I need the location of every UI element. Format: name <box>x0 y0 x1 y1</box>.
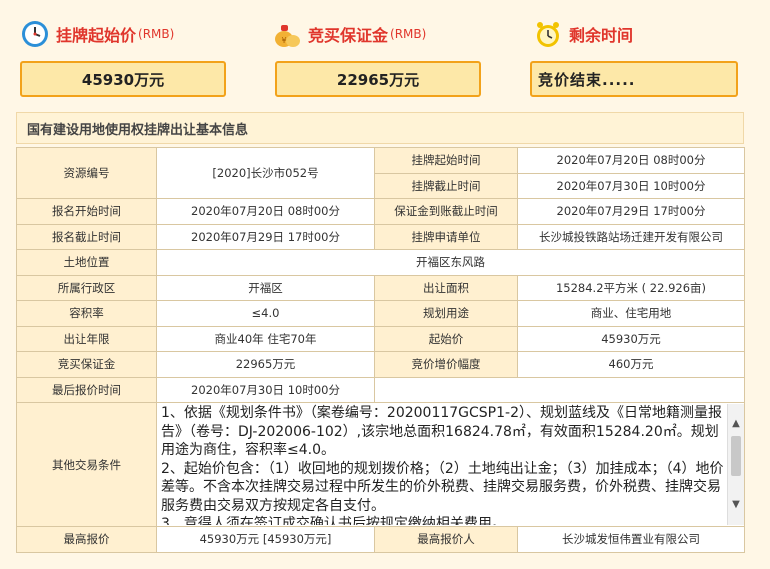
deposit-box: 22965万元 <box>275 61 481 97</box>
table-row: 报名截止时间 2020年07月29日 17时00分 挂牌申请单位 长沙城投铁路站… <box>16 223 745 250</box>
district-value: 开福区 <box>156 274 375 301</box>
listing-end-value: 2020年07月30日 10时00分 <box>517 172 745 199</box>
vertical-scrollbar[interactable]: ▲ ▼ <box>727 404 744 525</box>
table-row: 容积率 ≤4.0 规划用途 商业、住宅用地 <box>16 300 745 327</box>
svg-text:¥: ¥ <box>281 36 286 45</box>
remaining-time-header: 剩余时间 <box>533 16 633 52</box>
start-price-box: 45930万元 <box>20 61 226 97</box>
condition-line: 1、依据《规划条件书》（案卷编号：20200117GCSP1-2）、规划蓝线及《… <box>161 405 722 458</box>
plot-ratio-label: 容积率 <box>16 300 157 327</box>
resource-id-value: [2020]长沙市052号 <box>156 147 375 199</box>
bid-deposit-label: 竞买保证金 <box>16 351 157 378</box>
term-label: 出让年限 <box>16 325 157 352</box>
empty-cell <box>374 376 745 403</box>
other-conditions-cell: 1、依据《规划条件书》（案卷编号：20200117GCSP1-2）、规划蓝线及《… <box>156 402 745 527</box>
land-location-value: 开福区东风路 <box>156 249 745 276</box>
table-row: 最后报价时间 2020年07月30日 10时00分 <box>16 376 745 403</box>
other-conditions-text[interactable]: 1、依据《规划条件书》（案卷编号：20200117GCSP1-2）、规划蓝线及《… <box>161 404 744 525</box>
planned-use-value: 商业、住宅用地 <box>517 300 745 327</box>
starting-price-value: 45930万元 <box>517 325 745 352</box>
starting-price-label: 起始价 <box>374 325 518 352</box>
deposit-title: 竞买保证金 <box>308 26 389 45</box>
remaining-time-title: 剩余时间 <box>569 26 634 45</box>
highest-bid-label: 最高报价 <box>16 526 157 553</box>
clock-icon <box>22 21 48 47</box>
deposit-deadline-value: 2020年07月29日 17时00分 <box>517 198 745 225</box>
last-bid-time-value: 2020年07月30日 10时00分 <box>156 376 375 403</box>
remaining-time-box: 竞价结束..... <box>530 61 738 97</box>
scroll-down-icon[interactable]: ▼ <box>728 497 744 513</box>
listing-start-value: 2020年07月20日 08时00分 <box>517 147 745 174</box>
listing-end-label: 挂牌截止时间 <box>374 172 518 199</box>
last-bid-time-label: 最后报价时间 <box>16 376 157 403</box>
plot-ratio-value: ≤4.0 <box>156 300 375 327</box>
deposit-header: ¥ 竞买保证金 (RMB) <box>272 16 426 52</box>
scroll-thumb[interactable] <box>731 436 741 476</box>
deposit-unit: (RMB) <box>390 27 427 41</box>
table-row: 出让年限 商业40年 住宅70年 起始价 45930万元 <box>16 325 745 352</box>
alarm-clock-icon <box>537 22 559 47</box>
section-title: 国有建设用地使用权挂牌出让基本信息 <box>16 112 744 144</box>
land-location-label: 土地位置 <box>16 249 157 276</box>
district-label: 所属行政区 <box>16 274 157 301</box>
term-value: 商业40年 住宅70年 <box>156 325 375 352</box>
increment-value: 460万元 <box>517 351 745 378</box>
area-label: 出让面积 <box>374 274 518 301</box>
signup-end-value: 2020年07月29日 17时00分 <box>156 223 375 250</box>
signup-start-label: 报名开始时间 <box>16 198 157 225</box>
resource-id-label: 资源编号 <box>16 147 157 199</box>
table-row: 所属行政区 开福区 出让面积 15284.2平方米 ( 22.926亩) <box>16 274 745 301</box>
listing-start-label: 挂牌起始时间 <box>374 147 518 174</box>
table-row: 资源编号 [2020]长沙市052号 挂牌起始时间 2020年07月20日 08… <box>16 147 745 199</box>
bid-deposit-value: 22965万元 <box>156 351 375 378</box>
other-conditions-label: 其他交易条件 <box>16 402 157 527</box>
area-value: 15284.2平方米 ( 22.926亩) <box>517 274 745 301</box>
highest-bidder-label: 最高报价人 <box>374 526 518 553</box>
applicant-label: 挂牌申请单位 <box>374 223 518 250</box>
start-price-unit: (RMB) <box>138 27 175 41</box>
table-row: 最高报价 45930万元 [45930万元] 最高报价人 长沙城发恒伟置业有限公… <box>16 526 745 553</box>
table-row: 土地位置 开福区东风路 <box>16 249 745 276</box>
start-price-header: 挂牌起始价 (RMB) <box>20 16 174 52</box>
increment-label: 竞价增价幅度 <box>374 351 518 378</box>
condition-line: 2、起始价包含：（1）收回地的规划拨价格；（2）土地纯出让金；（3）加挂成本；（… <box>161 460 724 514</box>
land-info-table: 资源编号 [2020]长沙市052号 挂牌起始时间 2020年07月20日 08… <box>16 147 745 553</box>
condition-line: 3、竞得人须在签订成交确认书后按规定缴纳相关费用。 <box>161 516 506 525</box>
signup-start-value: 2020年07月20日 08时00分 <box>156 198 375 225</box>
highest-bid-value: 45930万元 [45930万元] <box>156 526 375 553</box>
table-row: 其他交易条件 1、依据《规划条件书》（案卷编号：20200117GCSP1-2）… <box>16 402 745 527</box>
highest-bidder-value: 长沙城发恒伟置业有限公司 <box>517 526 745 553</box>
money-bag-icon: ¥ <box>275 25 300 47</box>
deposit-deadline-label: 保证金到账截止时间 <box>374 198 518 225</box>
table-row: 报名开始时间 2020年07月20日 08时00分 保证金到账截止时间 2020… <box>16 198 745 225</box>
planned-use-label: 规划用途 <box>374 300 518 327</box>
applicant-value: 长沙城投铁路站场迁建开发有限公司 <box>517 223 745 250</box>
table-row: 竞买保证金 22965万元 竞价增价幅度 460万元 <box>16 351 745 378</box>
start-price-title: 挂牌起始价 <box>56 26 137 45</box>
signup-end-label: 报名截止时间 <box>16 223 157 250</box>
scroll-up-icon[interactable]: ▲ <box>728 416 744 432</box>
